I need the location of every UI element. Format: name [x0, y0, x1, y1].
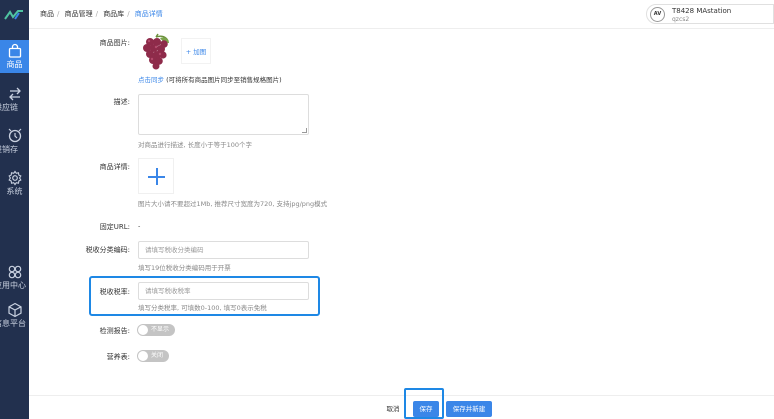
breadcrumb-item[interactable]: 商品管理	[65, 10, 93, 18]
account-name: T8428 MAstation	[672, 7, 732, 15]
cancel-button[interactable]: 取消	[381, 401, 405, 417]
detail-upload-button[interactable]	[138, 158, 174, 194]
breadcrumb-current: 商品详情	[134, 10, 163, 18]
sidebar-item-label: 商品	[6, 60, 23, 69]
box-icon	[8, 128, 21, 143]
desc-label: 描述:	[113, 98, 130, 106]
exchange-icon	[8, 87, 21, 101]
sidebar-item-label: 进销存	[0, 145, 18, 154]
sidebar-item-app-center[interactable]: 应用中心	[0, 264, 29, 291]
account-sub: qzcs2	[672, 16, 690, 23]
url-label: 固定URL:	[99, 223, 130, 231]
account-switcher[interactable]: AV T8428 MAstation qzcs2	[646, 4, 774, 24]
report-toggle[interactable]: 不显示	[137, 324, 175, 336]
tax-code-hint: 填写19位税收分类编码用于开票	[138, 264, 231, 272]
breadcrumb-item[interactable]: 商品库	[103, 10, 124, 18]
tax-code-input[interactable]: 请填写税收分类编码	[138, 241, 309, 259]
sidebar-item-label: 信息平台	[0, 319, 26, 328]
description-textarea[interactable]	[138, 94, 309, 135]
breadcrumb: 商品 / 商品管理 / 商品库 / 商品详情	[40, 10, 163, 18]
report-label: 检测报告:	[99, 327, 130, 335]
sync-hint: (可将所有商品图片同步至销售规格图片)	[166, 76, 282, 84]
nutrition-label: 营养表:	[106, 353, 130, 361]
app-logo	[4, 10, 23, 20]
sidebar-item-info-platform[interactable]: 信息平台	[0, 302, 29, 329]
sidebar: 商品 供应链 进销存 系统 应用中心	[0, 0, 29, 419]
sidebar-item-label: 系统	[6, 187, 23, 196]
sync-row: 点击同步 (可将所有商品图片同步至销售规格图片)	[138, 74, 282, 84]
bag-icon	[8, 43, 21, 58]
save-highlight	[404, 388, 444, 419]
footer-bar: 取消 保存 保存并新建	[29, 395, 774, 419]
detail-hint: 图片大小请不要超过1Mb, 推荐尺寸宽度为720, 支持jpg/png模式	[138, 200, 328, 208]
avatar: AV	[650, 7, 665, 22]
gear-icon	[7, 170, 22, 186]
tax-code-label: 税收分类编码:	[85, 246, 130, 254]
sidebar-item-supply-chain[interactable]: 供应链	[0, 86, 29, 113]
save-and-new-button[interactable]: 保存并新建	[446, 401, 492, 417]
tax-rate-input[interactable]: 请填写税收税率	[138, 282, 309, 300]
image-label: 商品图片:	[99, 39, 130, 47]
resize-handle[interactable]	[302, 128, 307, 133]
breadcrumb-item[interactable]: 商品	[40, 10, 54, 18]
tax-rate-label: 税收税率:	[99, 288, 130, 296]
sidebar-item-label: 应用中心	[0, 281, 26, 290]
desc-hint: 对商品进行描述, 长度小于等于100个字	[138, 141, 253, 149]
sync-link[interactable]: 点击同步	[138, 76, 164, 84]
nutrition-toggle[interactable]: 关闭	[137, 350, 169, 362]
sidebar-item-inventory[interactable]: 进销存	[0, 128, 29, 155]
sidebar-item-product[interactable]: 商品	[0, 40, 29, 73]
detail-label: 商品详情:	[99, 163, 130, 171]
tax-rate-hint: 填写分类税率, 可填数0-100, 填写0表示免税	[138, 304, 267, 312]
add-image-button[interactable]: + 加图	[181, 38, 211, 64]
apps-icon	[8, 265, 21, 279]
sidebar-item-system[interactable]: 系统	[0, 170, 29, 197]
product-image-grapes[interactable]	[138, 33, 174, 71]
topbar: 商品 / 商品管理 / 商品库 / 商品详情 AV T8428 MAstation q…	[29, 0, 774, 29]
sidebar-item-label: 供应链	[0, 103, 18, 112]
cube-icon	[7, 302, 22, 318]
url-value: -	[138, 222, 141, 230]
